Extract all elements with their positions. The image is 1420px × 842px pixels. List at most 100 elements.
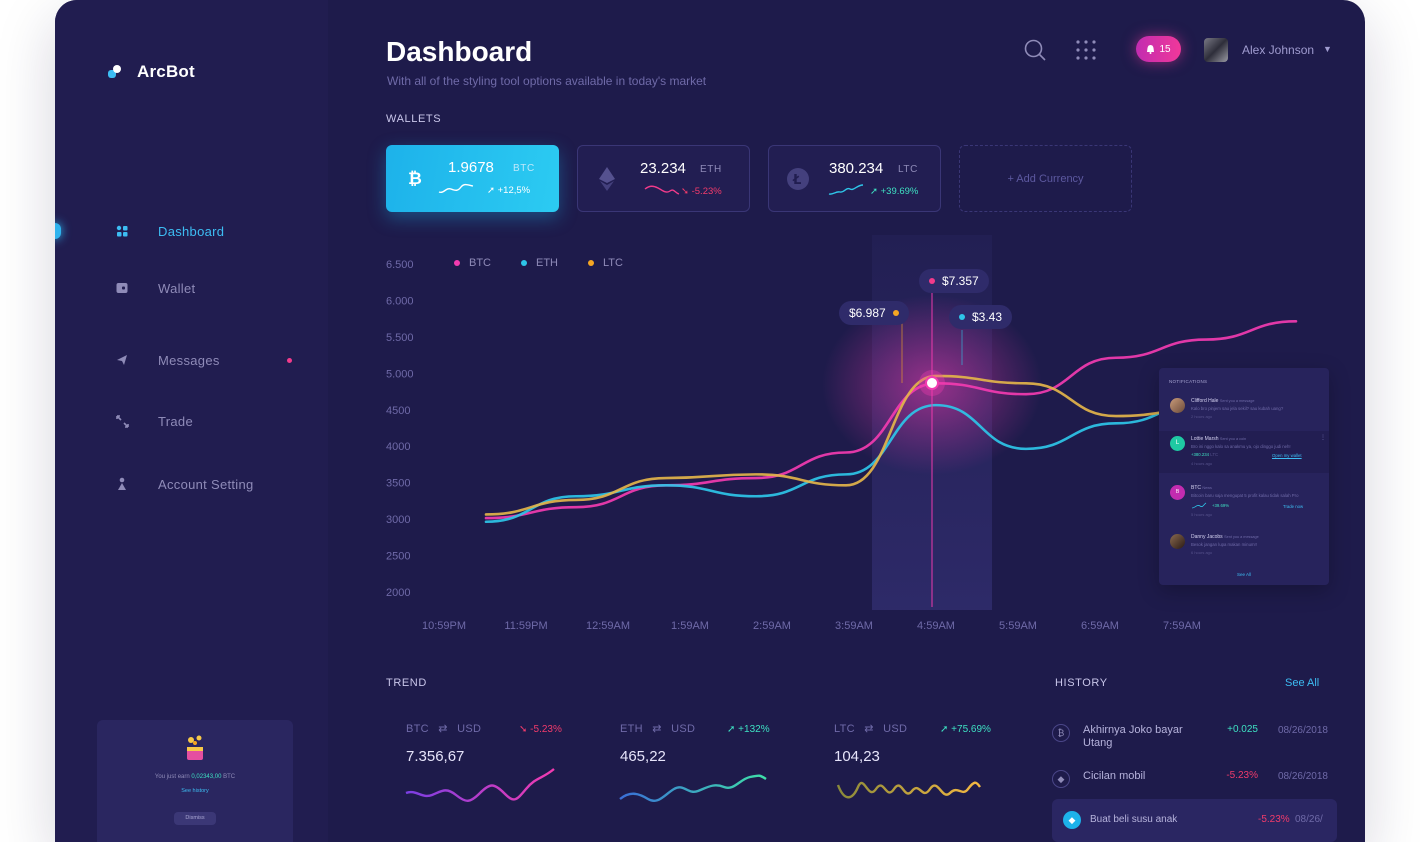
sidebar-item-trade[interactable]: Trade xyxy=(55,405,328,437)
trend-card-ltc[interactable]: LTC ⇄ USD ➚ +75.69% 104,23 xyxy=(814,720,1004,830)
arrows-icon xyxy=(115,414,129,428)
trend-change-value: +132% xyxy=(738,724,770,735)
notifications-panel: NOTIFICATIONS Clifford Hale Sent you a m… xyxy=(1159,368,1329,585)
trend-to: USD xyxy=(883,723,908,735)
logo-icon xyxy=(108,65,122,79)
chevron-down-icon[interactable]: ▼ xyxy=(1323,44,1332,54)
history-row-selected[interactable]: ◆ Buat beli susu anak -5.23% 08/26/ xyxy=(1052,799,1337,842)
add-currency-button[interactable]: + Add Currency xyxy=(959,145,1132,212)
hover-point[interactable] xyxy=(925,376,939,390)
avatar xyxy=(1170,398,1185,413)
see-history-link[interactable]: See history xyxy=(97,788,293,794)
litecoin-icon: Ł xyxy=(786,167,810,191)
notification-count: 15 xyxy=(1159,43,1171,55)
trend-to: USD xyxy=(457,723,482,735)
wallet-icon xyxy=(115,281,129,295)
notification-time: 6 hours ago xyxy=(1191,550,1213,555)
page-subtitle: With all of the styling tool options ava… xyxy=(387,74,707,88)
see-all-history-link[interactable]: See All xyxy=(1285,677,1319,689)
earn-unit: BTC xyxy=(223,774,236,780)
legend-item-ltc[interactable]: LTC xyxy=(588,257,623,269)
history-amount: -5.23% xyxy=(1226,770,1258,781)
notification-amount: +380.234 LTC xyxy=(1191,452,1218,457)
history-heading: HISTORY xyxy=(1055,677,1108,689)
earn-prefix: You just earn xyxy=(154,774,190,780)
sidebar-item-messages[interactable]: Messages xyxy=(55,344,328,376)
wallet-change-value: +12,5% xyxy=(497,185,531,196)
trend-change-value: -5.23% xyxy=(530,724,562,735)
x-tick-label: 10:59PM xyxy=(422,620,466,632)
sender-name: BTC xyxy=(1191,485,1201,491)
dismiss-button[interactable]: Dismiss xyxy=(174,812,216,825)
user-name[interactable]: Alex Johnson xyxy=(1242,43,1314,57)
bitcoin-icon: B xyxy=(1170,485,1185,500)
earnings-promo-card: You just earn 0,02343,00 BTC See history… xyxy=(97,720,293,842)
notification-message: Kalo bro pinjem sau jela sekil? sau kuba… xyxy=(1191,406,1284,411)
wallet-card-ltc[interactable]: Ł 380.234 LTC ➚ +39.69% xyxy=(768,145,941,212)
notification-name: BTC News xyxy=(1191,485,1212,491)
legend-label: ETH xyxy=(536,257,558,269)
x-tick-label: 3:59AM xyxy=(835,620,873,632)
notification-action: Sent you a message xyxy=(1219,399,1255,403)
avatar xyxy=(1170,534,1185,549)
trend-sparkline xyxy=(405,768,555,802)
sidebar-item-label: Trade xyxy=(158,413,193,429)
more-icon[interactable]: ⋮ xyxy=(1320,434,1326,441)
trade-now-link[interactable]: Trade now xyxy=(1283,504,1303,509)
history-label: Cicilan mobil xyxy=(1083,770,1146,782)
active-indicator xyxy=(55,223,61,239)
wallet-sparkline xyxy=(828,184,864,195)
notifications-title: NOTIFICATIONS xyxy=(1169,379,1208,384)
wallet-card-btc[interactable]: ₿ 1.9678 BTC ➚ +12,5% xyxy=(386,145,559,212)
arrow-up-icon: ➚ xyxy=(487,185,498,196)
x-tick-label: 11:59PM xyxy=(504,620,547,632)
legend-label: BTC xyxy=(469,257,491,269)
arrow-down-icon: ➘ xyxy=(681,186,692,197)
legend-item-eth[interactable]: ETH xyxy=(521,257,558,269)
ethereum-icon: ◆ xyxy=(1063,811,1081,829)
page-title: Dashboard xyxy=(386,36,533,67)
arrow-up-icon: ➚ xyxy=(727,724,739,735)
y-tick-label: 2500 xyxy=(386,551,410,563)
notification-item[interactable]: L Lottie Marsh Sent you a coin Bro ini n… xyxy=(1159,431,1329,473)
trend-sparkline xyxy=(836,781,981,799)
apps-grid-icon[interactable] xyxy=(1076,40,1096,60)
open-wallet-link[interactable]: Open my wallet xyxy=(1272,453,1302,458)
y-tick-label: 5.000 xyxy=(386,368,414,380)
earn-message: You just earn 0,02343,00 BTC xyxy=(97,774,293,780)
notification-action: Sent you a coin xyxy=(1219,437,1247,441)
see-all-notifications-link[interactable]: See All xyxy=(1159,572,1329,577)
sidebar-item-label: Dashboard xyxy=(158,223,225,239)
sidebar-item-account-setting[interactable]: Account Setting xyxy=(55,468,328,500)
legend-label: LTC xyxy=(603,257,623,269)
sidebar-item-wallet[interactable]: Wallet xyxy=(55,272,328,304)
y-tick-label: 5.500 xyxy=(386,332,414,344)
history-row[interactable]: ◆ Cicilan mobil -5.23% 08/26/2018 xyxy=(1052,766,1328,796)
search-icon[interactable] xyxy=(1023,38,1047,62)
trend-change-value: +75.69% xyxy=(951,724,991,735)
notification-sparkline xyxy=(1191,502,1207,509)
user-icon xyxy=(115,477,129,491)
wallet-change-value: -5.23% xyxy=(691,186,722,197)
trend-from: LTC xyxy=(834,723,855,735)
trend-pair: ETH ⇄ USD xyxy=(620,722,695,735)
arrow-up-icon: ➚ xyxy=(870,186,881,197)
notifications-button[interactable]: 15 xyxy=(1136,36,1181,62)
wallet-amount: 380.234 xyxy=(829,160,884,177)
sidebar-item-label: Messages xyxy=(158,352,220,368)
trend-change: ➘ -5.23% xyxy=(519,724,562,735)
tooltip-ltc: $6.987 xyxy=(839,301,909,325)
logo[interactable]: ArcBot xyxy=(108,62,195,82)
trend-change: ➚ +75.69% xyxy=(940,724,991,735)
avatar[interactable] xyxy=(1204,38,1228,62)
trend-card-btc[interactable]: BTC ⇄ USD ➘ -5.23% 7.356,67 xyxy=(386,720,576,830)
history-row[interactable]: ₿ Akhirnya Joko bayar Utang +0.025 08/26… xyxy=(1052,720,1328,750)
sidebar-item-dashboard[interactable]: Dashboard xyxy=(55,215,328,247)
legend-item-btc[interactable]: BTC xyxy=(454,257,491,269)
wallet-card-eth[interactable]: 23.234 ETH ➘ -5.23% xyxy=(577,145,750,212)
y-tick-label: 2000 xyxy=(386,587,410,599)
trend-card-eth[interactable]: ETH ⇄ USD ➚ +132% 465,22 xyxy=(600,720,790,830)
wallet-currency: BTC xyxy=(513,163,535,174)
x-tick-label: 7:59AM xyxy=(1163,620,1201,632)
history-label: Buat beli susu anak xyxy=(1090,814,1178,825)
